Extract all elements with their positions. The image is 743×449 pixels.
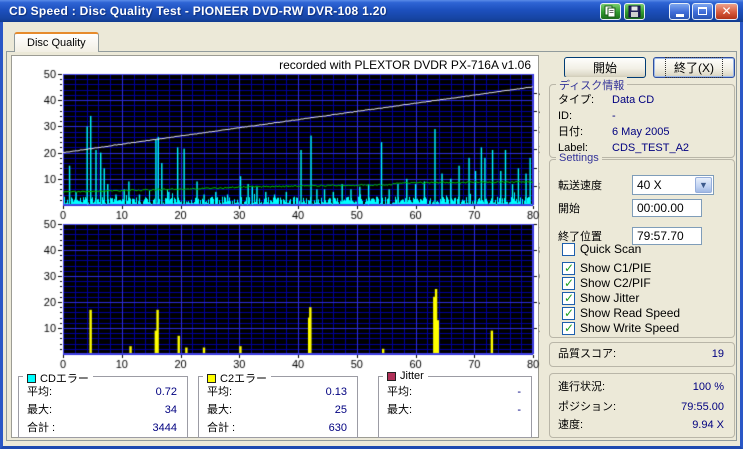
close-icon: ✕ xyxy=(721,4,732,18)
stat-label: 合計 : xyxy=(207,422,236,434)
checkbox-label: Show Read Speed xyxy=(580,306,681,320)
checkbox-box[interactable] xyxy=(562,242,575,256)
start-pos-label: 開始 xyxy=(558,203,580,215)
checkbox-show-read-speed[interactable]: Show Read Speed xyxy=(562,306,680,320)
progress-label: 進行状況: xyxy=(558,381,606,393)
stat-value: 630 xyxy=(328,422,347,434)
stat-label: 最大: xyxy=(207,404,233,416)
quality-score-group: 品質スコア: 19 xyxy=(549,342,735,367)
stat-value: 3444 xyxy=(152,422,177,434)
disc-id-value: - xyxy=(612,110,616,122)
speed-readout-label: 速度: xyxy=(558,419,584,431)
stat-label: 最大: xyxy=(387,404,413,416)
title-bar[interactable]: CD Speed : Disc Quality Test - PIONEER D… xyxy=(0,0,743,22)
settings-title: Settings xyxy=(556,152,602,164)
exit-button[interactable]: 終了(X) xyxy=(653,57,735,78)
quality-score-label: 品質スコア: xyxy=(558,348,617,360)
minimize-button[interactable] xyxy=(669,2,690,20)
speed-readout-value: 9.94 X xyxy=(692,419,724,431)
stat-value: 34 xyxy=(164,404,177,416)
checkbox-label: Show Jitter xyxy=(580,291,640,305)
app-window: CD Speed : Disc Quality Test - PIONEER D… xyxy=(0,0,743,449)
position-label: ポジション: xyxy=(558,401,617,413)
jitter-title: Jitter xyxy=(400,370,424,382)
stat-label: 平均: xyxy=(207,386,233,398)
checkbox-quick-scan[interactable]: Quick Scan xyxy=(562,242,641,256)
speed-value: 40 X xyxy=(637,178,662,192)
position-value: 79:55.00 xyxy=(681,401,724,413)
checkbox-label: Show C1/PIE xyxy=(580,261,652,275)
save-button[interactable] xyxy=(624,2,645,20)
stat-label: 平均: xyxy=(387,386,413,398)
disc-type-value: Data CD xyxy=(612,94,655,106)
checkbox-box[interactable] xyxy=(562,261,575,275)
window-title: CD Speed : Disc Quality Test - PIONEER D… xyxy=(9,4,387,18)
save-icon xyxy=(628,5,641,17)
tab-label: Disc Quality xyxy=(27,37,86,49)
end-pos-input[interactable]: 79:57.70 xyxy=(632,227,702,245)
chart-panel: recorded with PLEXTOR DVDR PX-716A v1.06… xyxy=(11,55,540,438)
quality-charts-canvas xyxy=(12,56,540,372)
c1-error-stats-box: CDエラー 平均: 0.72 最大: 34 合計 : 3444 xyxy=(18,370,188,438)
maximize-icon xyxy=(698,7,707,15)
close-button[interactable]: ✕ xyxy=(715,2,738,20)
copy-button[interactable] xyxy=(600,2,621,20)
start-button-label: 開始 xyxy=(592,61,617,75)
disc-date-label: 日付: xyxy=(558,126,584,138)
checkbox-label: Quick Scan xyxy=(580,242,642,256)
checkbox-box[interactable] xyxy=(562,321,575,335)
stat-label: 平均: xyxy=(27,386,53,398)
disc-id-label: ID: xyxy=(558,110,573,122)
quality-score-value: 19 xyxy=(711,348,724,360)
tab-disc-quality[interactable]: Disc Quality xyxy=(14,32,99,52)
checkbox-box[interactable] xyxy=(562,276,575,290)
checkbox-show-write-speed[interactable]: Show Write Speed xyxy=(562,321,679,335)
checkbox-label: Show C2/PIF xyxy=(580,276,651,290)
checkbox-box[interactable] xyxy=(562,291,575,305)
c2-error-swatch xyxy=(207,373,216,383)
start-pos-input[interactable]: 00:00.00 xyxy=(632,199,702,217)
settings-group: Settings 転送速度 40 X ▼ 開始 00:00.00 終了位置 79… xyxy=(549,152,735,338)
copy-icon xyxy=(604,5,616,17)
c2-error-stats-box: C2エラー 平均: 0.13 最大: 25 合計 : 630 xyxy=(198,370,358,438)
exit-button-label: 終了(X) xyxy=(665,57,723,78)
disc-type-label: タイプ: xyxy=(558,94,595,106)
stat-value: 25 xyxy=(334,404,347,416)
c2-error-title: C2エラー xyxy=(220,373,268,385)
disc-info-group: ディスク情報 タイプ: Data CD ID: - 日付: 6 May 2005 La… xyxy=(549,77,735,158)
speed-select[interactable]: 40 X ▼ xyxy=(632,175,714,195)
speed-label: 転送速度 xyxy=(558,180,602,192)
stat-label: 最大: xyxy=(27,404,53,416)
checkbox-label: Show Write Speed xyxy=(580,321,680,335)
jitter-stats-box: Jitter 平均: - 最大: - xyxy=(378,370,532,438)
stat-value: - xyxy=(517,386,521,398)
tab-page: recorded with PLEXTOR DVDR PX-716A v1.06… xyxy=(6,51,737,441)
checkbox-box[interactable] xyxy=(562,306,575,320)
stat-label: 合計 : xyxy=(27,422,56,434)
disc-date-value: 6 May 2005 xyxy=(612,126,670,138)
c1-error-title: CDエラー xyxy=(40,373,89,385)
chevron-down-icon[interactable]: ▼ xyxy=(695,177,712,193)
progress-value: 100 % xyxy=(692,381,724,393)
minimize-icon xyxy=(675,13,684,17)
disc-info-title: ディスク情報 xyxy=(556,77,628,93)
stat-value: 0.13 xyxy=(325,386,347,398)
checkbox-show-jitter[interactable]: Show Jitter xyxy=(562,291,639,305)
jitter-swatch xyxy=(387,371,396,381)
stat-value: 0.72 xyxy=(155,386,177,398)
c1-error-swatch xyxy=(27,373,36,383)
checkbox-show-c2-pif[interactable]: Show C2/PIF xyxy=(562,276,651,290)
progress-group: 進行状況: 100 % ポジション: 79:55.00 速度: 9.94 X xyxy=(549,373,735,438)
recorded-with-text: recorded with PLEXTOR DVDR PX-716A v1.06 xyxy=(279,58,531,72)
maximize-button[interactable] xyxy=(692,2,713,20)
stat-value: - xyxy=(517,404,521,416)
checkbox-show-c1-pie[interactable]: Show C1/PIE xyxy=(562,261,651,275)
disc-label-value: CDS_TEST_A2 xyxy=(612,142,690,154)
start-button[interactable]: 開始 xyxy=(564,57,646,78)
